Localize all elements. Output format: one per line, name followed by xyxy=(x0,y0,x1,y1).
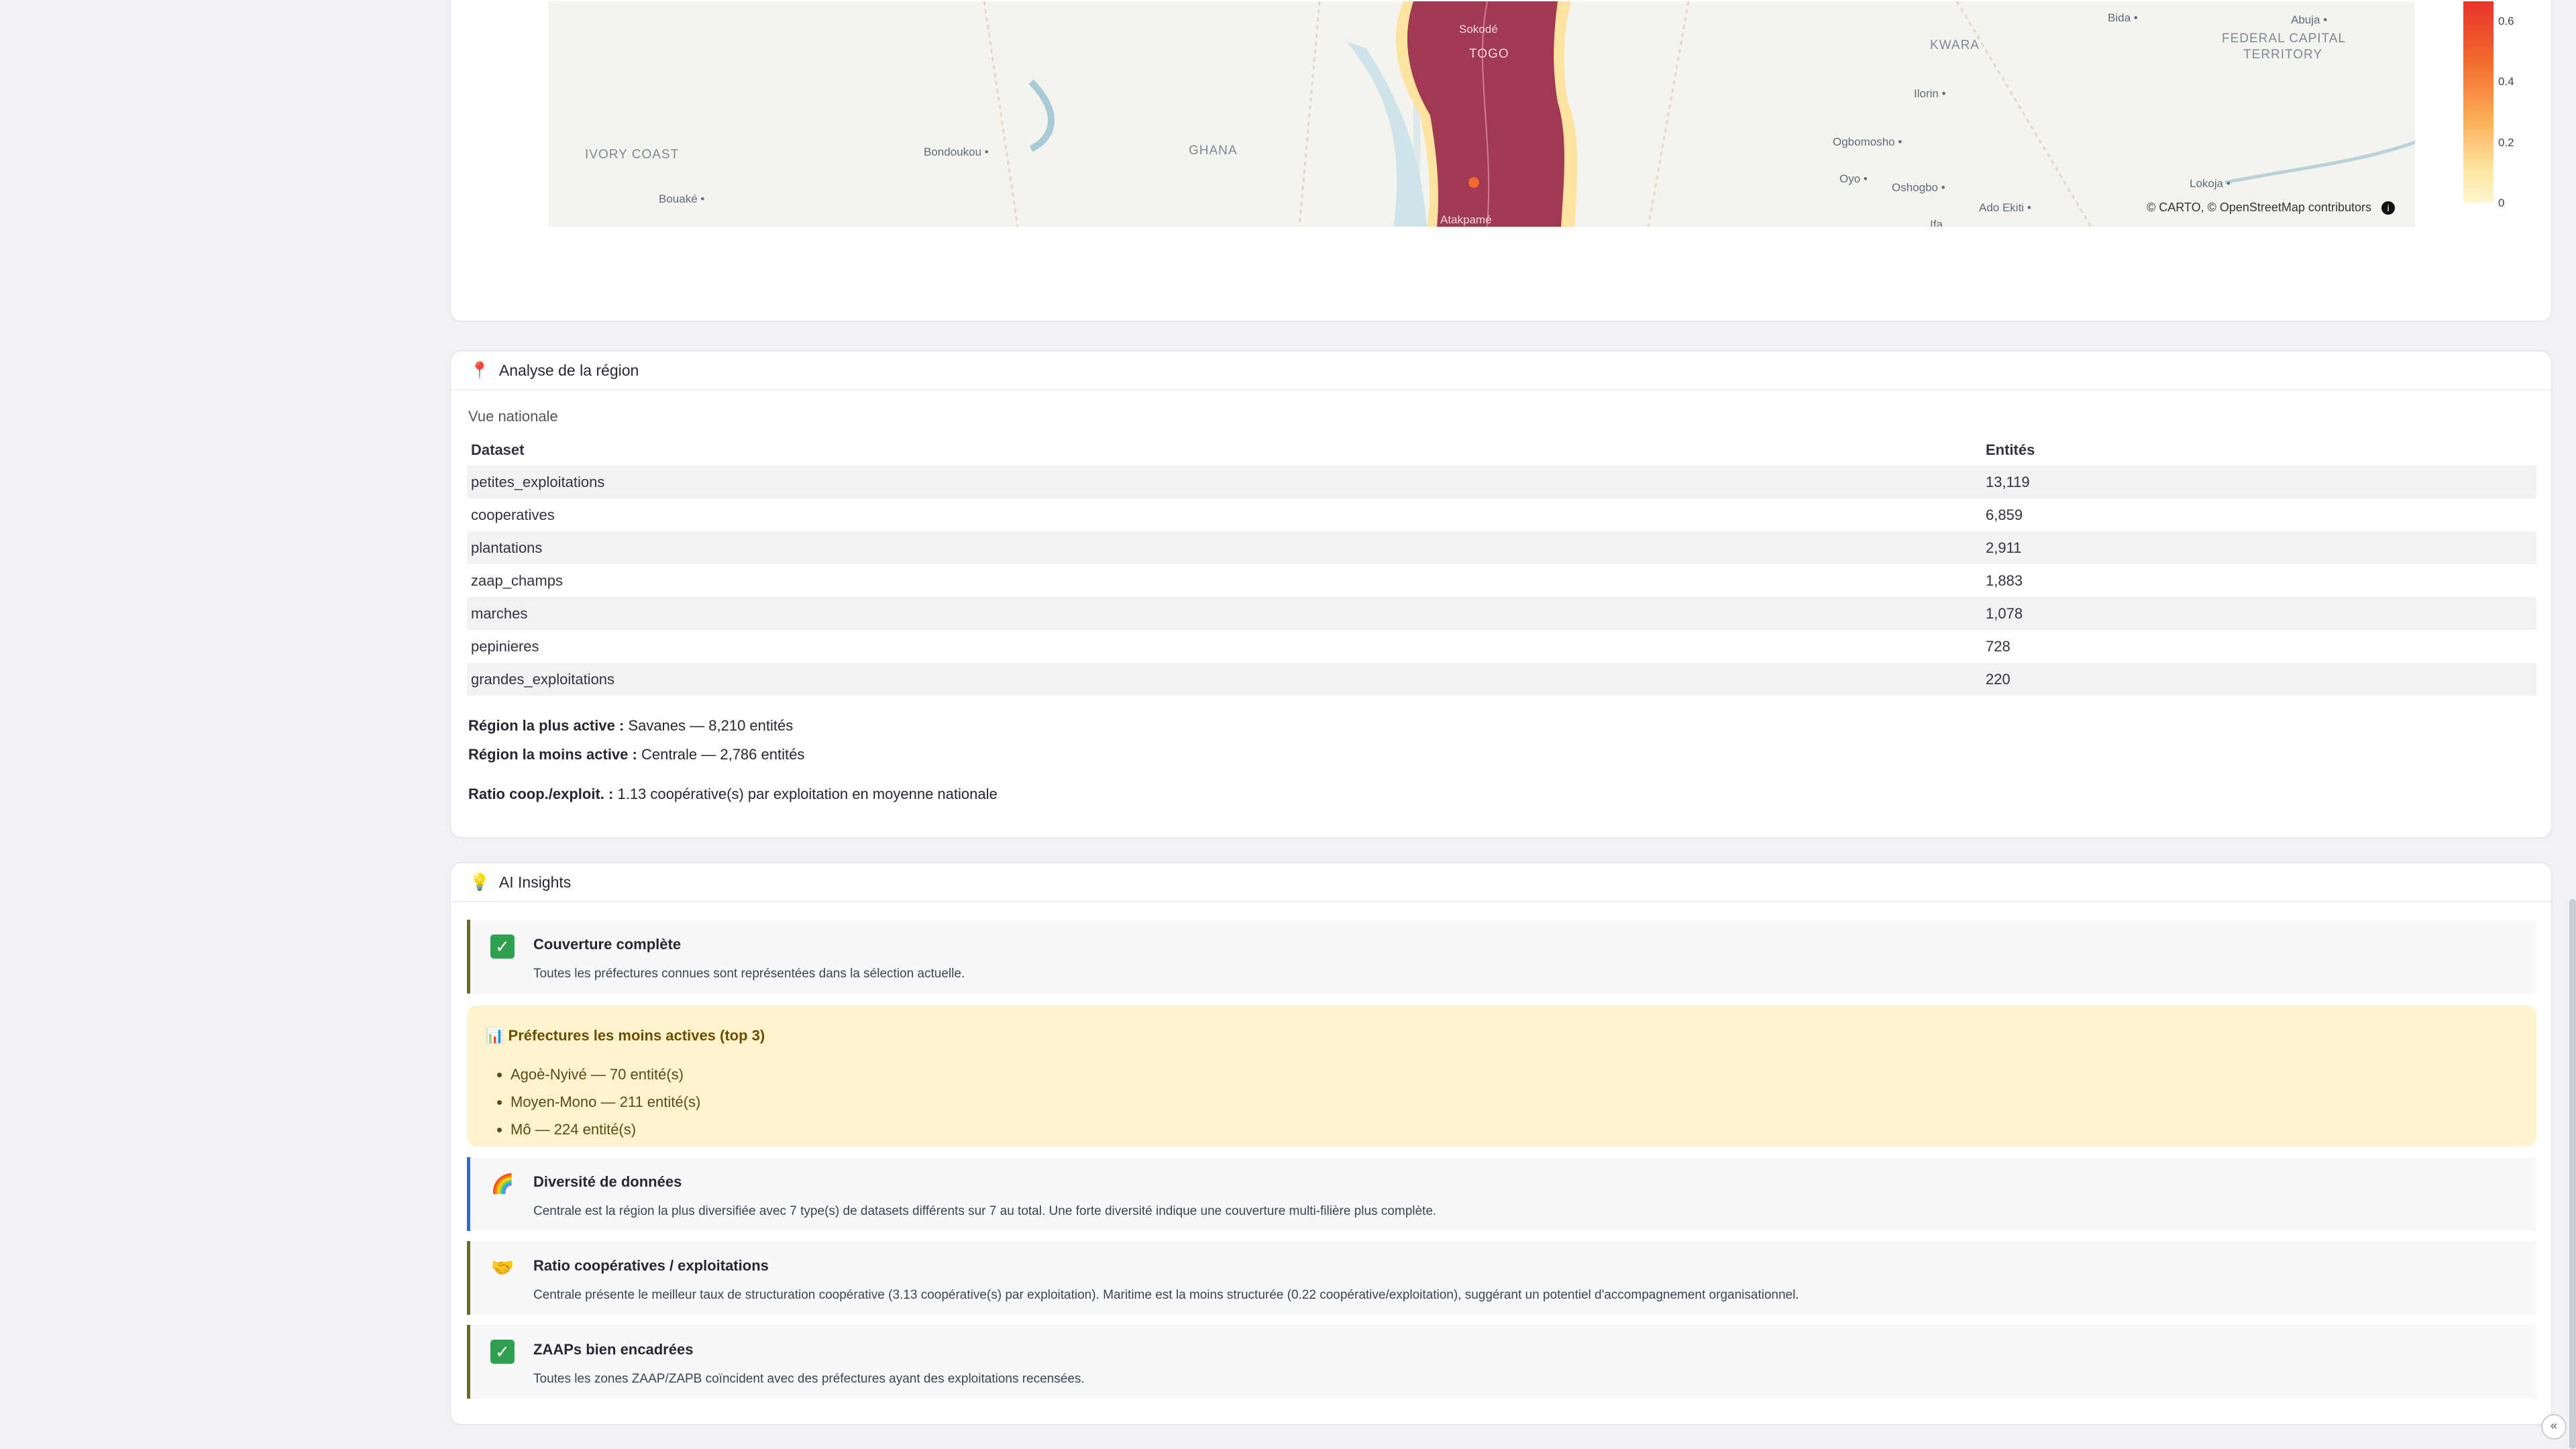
check-icon: ✓ xyxy=(490,1340,515,1364)
insight-description: Centrale est la région la plus diversifi… xyxy=(533,1204,1437,1218)
insight-item: 🤝 Ratio coopératives / exploitations Cen… xyxy=(467,1241,2536,1315)
dataset-cell: cooperatives xyxy=(471,506,555,523)
table-row: grandes_exploitations 220 xyxy=(467,663,2536,696)
prefecture-list: Agoè-Nyivé — 70 entité(s) Moyen-Mono — 2… xyxy=(497,1061,700,1143)
insight-description: Centrale présente le meilleur taux de st… xyxy=(533,1288,1799,1302)
lightbulb-icon: 💡 xyxy=(470,873,490,892)
city-label: Bida xyxy=(2108,11,2138,25)
insight-description: Toutes les zones ZAAP/ZAPB coïncident av… xyxy=(533,1372,1085,1386)
table-row: zaap_champs 1,883 xyxy=(467,564,2536,597)
count-cell: 6,859 xyxy=(1986,506,2023,523)
colorbar-tick: 0 xyxy=(2498,197,2505,209)
dataset-table: Dataset Entités petites_exploitations 13,… xyxy=(467,435,2536,696)
dataset-cell: petites_exploitations xyxy=(471,473,605,490)
ai-insights-card: 💡 AI Insights ✓ Couverture complète Tout… xyxy=(449,862,2553,1426)
table-row: cooperatives 6,859 xyxy=(467,498,2536,531)
pin-icon: 📍 xyxy=(470,361,490,380)
city-label: Atakpamé xyxy=(1440,213,1492,226)
collapse-sidebar-button[interactable]: « xyxy=(2541,1414,2567,1440)
table-row: plantations 2,911 xyxy=(467,531,2536,564)
city-label: Abuja xyxy=(2291,13,2327,27)
colorbar-tick: 0.4 xyxy=(2498,75,2514,88)
insight-item: 🌈 Diversité de données Centrale est la r… xyxy=(467,1157,2536,1231)
city-label: Oshogbo xyxy=(1892,181,1945,195)
city-label: Oyo xyxy=(1839,172,1868,186)
coop-ratio: Ratio coop./exploit. : 1.13 coopérative(… xyxy=(468,786,998,803)
column-header: Dataset xyxy=(471,441,525,458)
dataset-cell: marches xyxy=(471,604,528,622)
city-label: Ogbomosho xyxy=(1833,136,1902,149)
least-active-prefectures: 📊 Préfectures les moins actives (top 3) … xyxy=(467,1006,2536,1146)
city-label: Lokoja xyxy=(2190,177,2231,191)
handshake-icon: 🤝 xyxy=(490,1257,515,1278)
table-row: marches 1,078 xyxy=(467,597,2536,630)
colorbar xyxy=(2463,1,2493,203)
count-cell: 13,119 xyxy=(1986,473,2030,490)
region-analysis-card: 📍 Analyse de la région Vue nationale Dat… xyxy=(449,350,2553,839)
insight-title: ZAAPs bien encadrées xyxy=(533,1341,694,1358)
dataset-cell: grandes_exploitations xyxy=(471,670,615,688)
most-active-region: Région la plus active : Savanes — 8,210 … xyxy=(468,717,793,735)
table-row: pepinieres 728 xyxy=(467,630,2536,663)
card-header: 📍 Analyse de la région xyxy=(451,352,2551,390)
country-label: GHANA xyxy=(1189,144,1238,158)
count-cell: 728 xyxy=(1986,637,2010,655)
dataset-cell: plantations xyxy=(471,539,543,556)
count-cell: 2,911 xyxy=(1986,539,2022,556)
card-header: 💡 AI Insights xyxy=(451,863,2551,902)
dataset-cell: pepinieres xyxy=(471,637,539,655)
table-row: petites_exploitations 13,119 xyxy=(467,466,2536,498)
city-label: Bondoukou xyxy=(924,146,989,159)
heatmap-map[interactable]: IVORY COAST GHANA TOGO KWARA FEDERAL CAP… xyxy=(548,1,2415,227)
stat-label: Région la plus active : xyxy=(468,717,625,734)
rainbow-icon: 🌈 xyxy=(490,1173,515,1194)
count-cell: 220 xyxy=(1986,670,2010,688)
city-label: Ifa xyxy=(1930,218,1943,227)
country-label: KWARA xyxy=(1930,38,1980,52)
list-item: Agoè-Nyivé — 70 entité(s) xyxy=(511,1061,700,1088)
warning-title: 📊 Préfectures les moins actives (top 3) xyxy=(486,1027,765,1044)
country-label: TERRITORY xyxy=(2243,48,2323,62)
country-label: TOGO xyxy=(1469,47,1509,61)
insight-item: ✓ Couverture complète Toutes les préfect… xyxy=(467,920,2536,994)
list-item: Moyen-Mono — 211 entité(s) xyxy=(511,1088,700,1116)
stat-value: 1.13 coopérative(s) par exploitation en … xyxy=(617,786,998,802)
insight-title: Ratio coopératives / exploitations xyxy=(533,1257,769,1274)
insight-description: Toutes les préfectures connues sont repr… xyxy=(533,967,965,981)
warning-title-text: Préfectures les moins actives (top 3) xyxy=(508,1027,765,1044)
stat-label: Région la moins active : xyxy=(468,746,637,763)
colorbar-tick: 0.2 xyxy=(2498,136,2514,149)
card-title: Analyse de la région xyxy=(498,361,639,379)
map-card: IVORY COAST GHANA TOGO KWARA FEDERAL CAP… xyxy=(449,0,2553,322)
stat-value: Centrale — 2,786 entités xyxy=(641,746,805,763)
check-icon: ✓ xyxy=(490,934,515,959)
view-subtitle: Vue nationale xyxy=(468,408,558,425)
city-label: Ado Ekiti xyxy=(1979,201,2031,215)
info-icon[interactable]: i xyxy=(2381,201,2395,215)
insight-title: Diversité de données xyxy=(533,1173,682,1190)
city-label: Ilorin xyxy=(1914,87,1946,101)
city-label: Bouaké xyxy=(659,193,704,206)
least-active-region: Région la moins active : Centrale — 2,78… xyxy=(468,746,804,763)
count-cell: 1,883 xyxy=(1986,572,2023,589)
stat-value: Savanes — 8,210 entités xyxy=(628,717,794,734)
map-attribution[interactable]: © CARTO, © OpenStreetMap contributors i xyxy=(2147,201,2395,215)
table-header-row: Dataset Entités xyxy=(467,435,2536,466)
page-scrollbar[interactable] xyxy=(2569,899,2576,1449)
colorbar-tick: 0.6 xyxy=(2498,15,2514,28)
attribution-text: © CARTO, © OpenStreetMap contributors xyxy=(2146,201,2371,214)
column-header: Entités xyxy=(1986,441,2035,458)
stat-label: Ratio coop./exploit. : xyxy=(468,786,614,802)
insight-title: Couverture complète xyxy=(533,936,682,953)
card-title: AI Insights xyxy=(498,873,572,891)
dataset-cell: zaap_champs xyxy=(471,572,563,589)
city-label: Sokodé xyxy=(1459,23,1498,36)
country-label: IVORY COAST xyxy=(585,148,680,162)
chart-icon: 📊 xyxy=(486,1027,504,1044)
count-cell: 1,078 xyxy=(1986,604,2023,622)
list-item: Mô — 224 entité(s) xyxy=(511,1116,700,1143)
insight-item: ✓ ZAAPs bien encadrées Toutes les zones … xyxy=(467,1325,2536,1399)
country-label: FEDERAL CAPITAL xyxy=(2222,32,2346,46)
